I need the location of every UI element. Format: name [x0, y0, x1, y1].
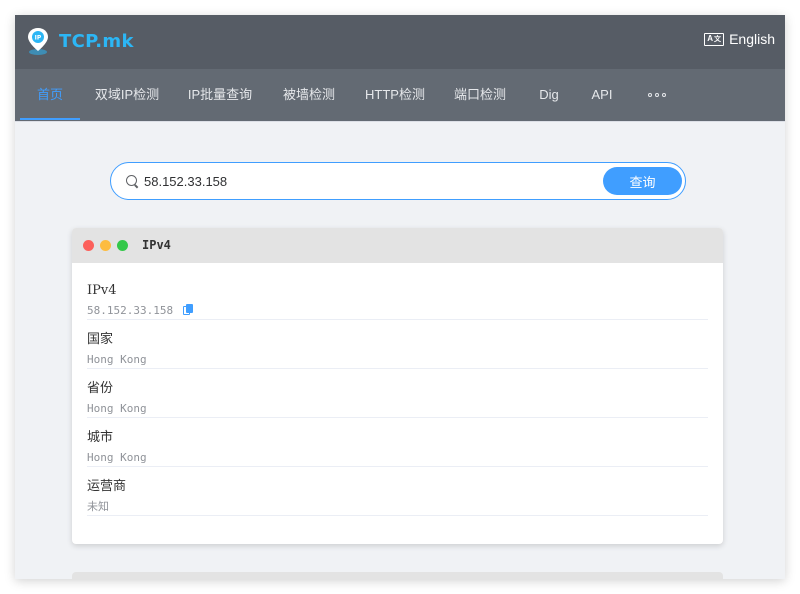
nav-item-dual-ip-check[interactable]: 双域IP检测 [87, 69, 167, 121]
query-button[interactable]: 查询 [603, 167, 682, 195]
result-row-city: 城市 Hong Kong [87, 418, 708, 467]
ip-search-input[interactable] [144, 163, 584, 199]
main-nav: 首页 双域IP检测 IP批量查询 被墙检测 HTTP检测 端口检测 Dig AP… [15, 69, 785, 122]
search-icon [126, 175, 137, 186]
result-list: IPv4 58.152.33.158 国家 Hong Kong 省份 Hong … [72, 263, 723, 516]
nav-item-api[interactable]: API [586, 69, 618, 121]
nav-item-dig[interactable]: Dig [531, 69, 567, 121]
result-row-province: 省份 Hong Kong [87, 369, 708, 418]
ipv4-result-card: IPv4 IPv4 58.152.33.158 国家 Hong Kong 省份 … [72, 228, 723, 544]
result-row-ipv4: IPv4 58.152.33.158 [87, 271, 708, 320]
window-minimize-dot [100, 240, 111, 251]
row-label: IPv4 [87, 283, 117, 298]
row-value: 58.152.33.158 [87, 303, 708, 317]
nav-item-blocked-check[interactable]: 被墙检测 [277, 69, 341, 121]
next-result-card [72, 572, 723, 579]
row-value: Hong Kong [87, 352, 147, 366]
card-title: IPv4 [142, 238, 171, 252]
row-value: Hong Kong [87, 401, 147, 415]
card-header: IPv4 [72, 228, 723, 263]
row-value: Hong Kong [87, 450, 147, 464]
nav-item-port-check[interactable]: 端口检测 [448, 69, 512, 121]
nav-item-ip-batch-query[interactable]: IP批量查询 [180, 69, 260, 121]
row-value: 未知 [87, 500, 109, 513]
more-menu-icon[interactable] [648, 69, 666, 121]
active-tab-indicator [20, 118, 80, 120]
translate-icon: A文 [704, 32, 725, 46]
window-maximize-dot [117, 240, 128, 251]
result-row-country: 国家 Hong Kong [87, 320, 708, 369]
app-window: IP TCP.mk A文 English 首页 双域IP检测 IP批量查询 被墙… [15, 15, 785, 579]
language-switcher[interactable]: A文 English [704, 31, 775, 47]
svg-text:IP: IP [35, 35, 42, 42]
row-label: 省份 [87, 381, 114, 396]
language-label[interactable]: English [729, 31, 775, 47]
ip-address-value: 58.152.33.158 [87, 303, 174, 317]
row-label: 国家 [87, 332, 114, 347]
row-label: 运营商 [87, 479, 127, 494]
search-bar: 查询 [110, 162, 686, 200]
result-row-isp: 运营商 未知 [87, 467, 708, 516]
nav-item-http-check[interactable]: HTTP检测 [358, 69, 432, 121]
window-close-dot [83, 240, 94, 251]
copy-icon[interactable] [183, 304, 194, 316]
nav-item-home[interactable]: 首页 [20, 69, 80, 121]
top-bar: IP TCP.mk A文 English [15, 15, 785, 69]
row-label: 城市 [87, 430, 114, 445]
location-pin-icon: IP [28, 28, 48, 55]
app-title[interactable]: TCP.mk [59, 31, 134, 52]
logo[interactable]: IP TCP.mk [25, 25, 134, 57]
